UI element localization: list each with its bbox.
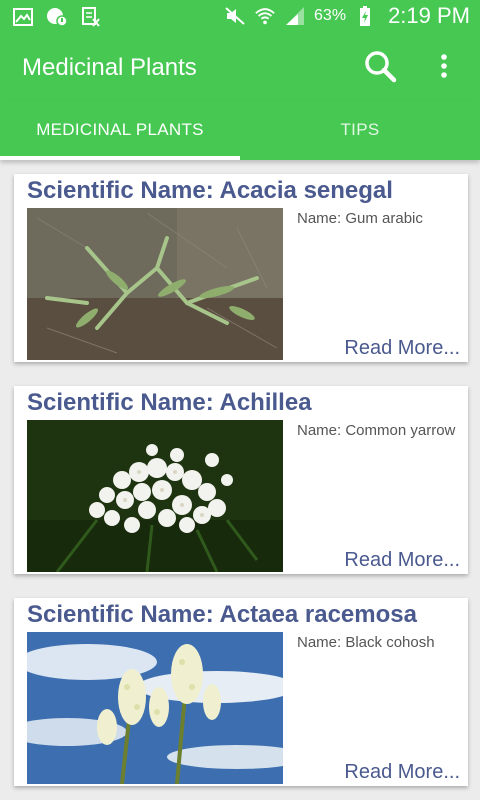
document-notification-icon	[80, 6, 102, 28]
plant-image	[27, 632, 283, 784]
status-bar: 63% 2:19 PM	[0, 0, 480, 36]
plant-scientific-name: Scientific Name: Actaea racemosa	[27, 601, 417, 628]
plant-image	[27, 420, 283, 572]
tab-tips[interactable]: TIPS	[240, 100, 480, 160]
plant-card[interactable]: Scientific Name: Acacia senegal Name: Gu…	[14, 174, 468, 362]
tab-label: TIPS	[340, 120, 380, 139]
search-button[interactable]	[362, 50, 398, 86]
signal-icon	[284, 5, 306, 27]
wifi-icon	[254, 5, 276, 27]
more-vert-icon	[440, 53, 448, 83]
read-more-link[interactable]: Read More...	[344, 337, 460, 360]
chat-notification-icon	[46, 6, 68, 28]
plant-common-name: Name: Black cohosh	[297, 634, 435, 651]
read-more-link[interactable]: Read More...	[344, 549, 460, 572]
read-more-link[interactable]: Read More...	[344, 761, 460, 784]
plant-common-name: Name: Common yarrow	[297, 422, 456, 439]
battery-charging-icon	[354, 5, 376, 27]
plant-scientific-name: Scientific Name: Achillea	[27, 389, 312, 416]
overflow-menu-button[interactable]	[426, 50, 462, 86]
gallery-notification-icon	[12, 6, 34, 28]
clock: 2:19 PM	[388, 3, 470, 28]
tab-bar: MEDICINAL PLANTS TIPS	[0, 100, 480, 160]
app-title: Medicinal Plants	[22, 54, 197, 81]
plant-image	[27, 208, 283, 360]
plant-card[interactable]: Scientific Name: Actaea racemosa Name: B…	[14, 598, 468, 786]
mute-icon	[224, 5, 246, 27]
search-icon	[363, 49, 397, 88]
tab-label: MEDICINAL PLANTS	[36, 120, 204, 139]
plant-list[interactable]: Scientific Name: Acacia senegal Name: Gu…	[0, 160, 480, 800]
plant-scientific-name: Scientific Name: Acacia senegal	[27, 177, 393, 204]
plant-common-name: Name: Gum arabic	[297, 210, 423, 227]
app-bar: Medicinal Plants	[0, 36, 480, 100]
tab-medicinal-plants[interactable]: MEDICINAL PLANTS	[0, 100, 240, 160]
plant-card[interactable]: Scientific Name: Achillea Name: Common y…	[14, 386, 468, 574]
battery-percent: 63%	[314, 7, 347, 24]
